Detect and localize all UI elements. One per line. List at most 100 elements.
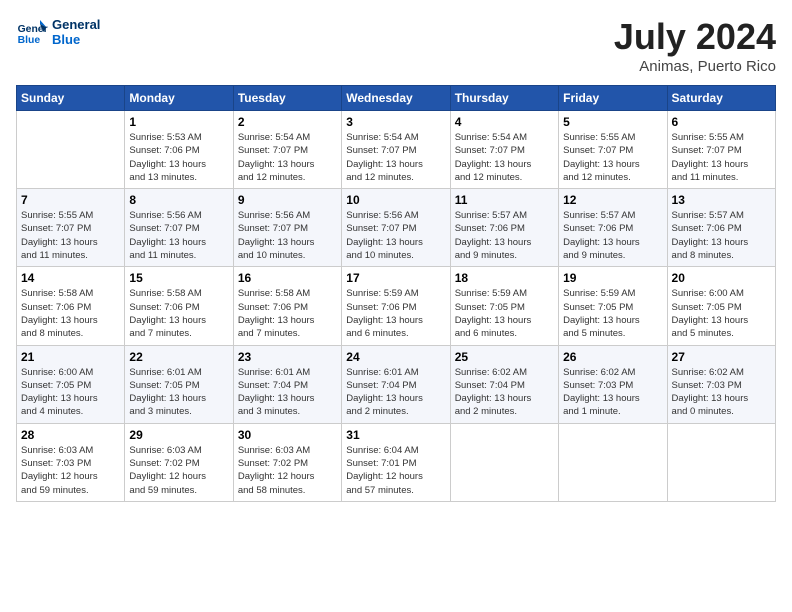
- day-info: Sunrise: 5:57 AM Sunset: 7:06 PM Dayligh…: [563, 209, 662, 262]
- day-info: Sunrise: 6:04 AM Sunset: 7:01 PM Dayligh…: [346, 444, 445, 497]
- month-title: July 2024: [614, 16, 776, 58]
- day-info: Sunrise: 6:03 AM Sunset: 7:03 PM Dayligh…: [21, 444, 120, 497]
- day-number: 11: [455, 193, 554, 207]
- calendar-cell: 26 Sunrise: 6:02 AM Sunset: 7:03 PM Dayli…: [559, 345, 667, 423]
- day-info: Sunrise: 6:03 AM Sunset: 7:02 PM Dayligh…: [238, 444, 337, 497]
- day-info: Sunrise: 5:55 AM Sunset: 7:07 PM Dayligh…: [672, 131, 771, 184]
- day-number: 22: [129, 350, 228, 364]
- day-info: Sunrise: 6:03 AM Sunset: 7:02 PM Dayligh…: [129, 444, 228, 497]
- calendar-cell: 7Sunrise: 5:55 AM Sunset: 7:07 PM Daylig…: [17, 189, 125, 267]
- day-info: Sunrise: 5:56 AM Sunset: 7:07 PM Dayligh…: [238, 209, 337, 262]
- day-number: 21: [21, 350, 120, 364]
- day-info: Sunrise: 6:00 AM Sunset: 7:05 PM Dayligh…: [21, 366, 120, 419]
- calendar-cell: 15 Sunrise: 5:58 AM Sunset: 7:06 PM Dayli…: [125, 267, 233, 345]
- calendar-cell: 30 Sunrise: 6:03 AM Sunset: 7:02 PM Dayli…: [233, 423, 341, 501]
- calendar-cell: 20 Sunrise: 6:00 AM Sunset: 7:05 PM Dayli…: [667, 267, 775, 345]
- day-info: Sunrise: 6:00 AM Sunset: 7:05 PM Dayligh…: [672, 287, 771, 340]
- calendar-cell: 4 Sunrise: 5:54 AM Sunset: 7:07 PM Daylig…: [450, 111, 558, 189]
- weekday-header-row: SundayMondayTuesdayWednesdayThursdayFrid…: [17, 86, 776, 111]
- calendar-cell: 10Sunrise: 5:56 AM Sunset: 7:07 PM Dayli…: [342, 189, 450, 267]
- calendar-table: SundayMondayTuesdayWednesdayThursdayFrid…: [16, 85, 776, 502]
- calendar-cell: 23 Sunrise: 6:01 AM Sunset: 7:04 PM Dayli…: [233, 345, 341, 423]
- day-number: 19: [563, 271, 662, 285]
- weekday-header-friday: Friday: [559, 86, 667, 111]
- day-info: Sunrise: 5:54 AM Sunset: 7:07 PM Dayligh…: [238, 131, 337, 184]
- day-info: Sunrise: 6:02 AM Sunset: 7:04 PM Dayligh…: [455, 366, 554, 419]
- day-info: Sunrise: 5:55 AM Sunset: 7:07 PM Dayligh…: [21, 209, 120, 262]
- day-number: 31: [346, 428, 445, 442]
- day-number: 23: [238, 350, 337, 364]
- day-number: 1: [129, 115, 228, 129]
- calendar-cell: [450, 423, 558, 501]
- day-number: 26: [563, 350, 662, 364]
- calendar-cell: 27 Sunrise: 6:02 AM Sunset: 7:03 PM Dayli…: [667, 345, 775, 423]
- calendar-cell: 17Sunrise: 5:59 AM Sunset: 7:06 PM Dayli…: [342, 267, 450, 345]
- day-number: 28: [21, 428, 120, 442]
- day-info: Sunrise: 5:57 AM Sunset: 7:06 PM Dayligh…: [455, 209, 554, 262]
- calendar-cell: 19Sunrise: 5:59 AM Sunset: 7:05 PM Dayli…: [559, 267, 667, 345]
- day-info: Sunrise: 6:01 AM Sunset: 7:04 PM Dayligh…: [238, 366, 337, 419]
- day-info: Sunrise: 5:58 AM Sunset: 7:06 PM Dayligh…: [129, 287, 228, 340]
- calendar-cell: 21 Sunrise: 6:00 AM Sunset: 7:05 PM Dayli…: [17, 345, 125, 423]
- week-row-3: 14Sunrise: 5:58 AM Sunset: 7:06 PM Dayli…: [17, 267, 776, 345]
- logo-icon: General Blue: [16, 16, 48, 48]
- day-info: Sunrise: 6:02 AM Sunset: 7:03 PM Dayligh…: [563, 366, 662, 419]
- weekday-header-monday: Monday: [125, 86, 233, 111]
- calendar-cell: 16 Sunrise: 5:58 AM Sunset: 7:06 PM Dayli…: [233, 267, 341, 345]
- day-number: 12: [563, 193, 662, 207]
- calendar-cell: 28 Sunrise: 6:03 AM Sunset: 7:03 PM Dayli…: [17, 423, 125, 501]
- calendar-cell: 9 Sunrise: 5:56 AM Sunset: 7:07 PM Daylig…: [233, 189, 341, 267]
- weekday-header-tuesday: Tuesday: [233, 86, 341, 111]
- week-row-4: 21 Sunrise: 6:00 AM Sunset: 7:05 PM Dayli…: [17, 345, 776, 423]
- day-number: 24: [346, 350, 445, 364]
- calendar-cell: 29 Sunrise: 6:03 AM Sunset: 7:02 PM Dayli…: [125, 423, 233, 501]
- day-number: 29: [129, 428, 228, 442]
- day-number: 8: [129, 193, 228, 207]
- weekday-header-saturday: Saturday: [667, 86, 775, 111]
- svg-text:Blue: Blue: [18, 35, 41, 46]
- week-row-5: 28 Sunrise: 6:03 AM Sunset: 7:03 PM Dayli…: [17, 423, 776, 501]
- day-info: Sunrise: 5:56 AM Sunset: 7:07 PM Dayligh…: [346, 209, 445, 262]
- day-info: Sunrise: 5:58 AM Sunset: 7:06 PM Dayligh…: [238, 287, 337, 340]
- calendar-cell: 2Sunrise: 5:54 AM Sunset: 7:07 PM Daylig…: [233, 111, 341, 189]
- calendar-cell: [667, 423, 775, 501]
- day-info: Sunrise: 5:59 AM Sunset: 7:05 PM Dayligh…: [455, 287, 554, 340]
- day-number: 27: [672, 350, 771, 364]
- day-info: Sunrise: 5:55 AM Sunset: 7:07 PM Dayligh…: [563, 131, 662, 184]
- calendar-cell: 31 Sunrise: 6:04 AM Sunset: 7:01 PM Dayli…: [342, 423, 450, 501]
- day-number: 9: [238, 193, 337, 207]
- day-info: Sunrise: 5:54 AM Sunset: 7:07 PM Dayligh…: [455, 131, 554, 184]
- day-number: 30: [238, 428, 337, 442]
- calendar-cell: 13 Sunrise: 5:57 AM Sunset: 7:06 PM Dayli…: [667, 189, 775, 267]
- logo-line1: General: [52, 17, 100, 32]
- day-number: 4: [455, 115, 554, 129]
- day-number: 15: [129, 271, 228, 285]
- day-number: 25: [455, 350, 554, 364]
- week-row-2: 7Sunrise: 5:55 AM Sunset: 7:07 PM Daylig…: [17, 189, 776, 267]
- weekday-header-sunday: Sunday: [17, 86, 125, 111]
- calendar-cell: [17, 111, 125, 189]
- day-number: 13: [672, 193, 771, 207]
- calendar-cell: 6Sunrise: 5:55 AM Sunset: 7:07 PM Daylig…: [667, 111, 775, 189]
- calendar-cell: 18Sunrise: 5:59 AM Sunset: 7:05 PM Dayli…: [450, 267, 558, 345]
- weekday-header-wednesday: Wednesday: [342, 86, 450, 111]
- calendar-cell: 25 Sunrise: 6:02 AM Sunset: 7:04 PM Dayli…: [450, 345, 558, 423]
- day-info: Sunrise: 5:56 AM Sunset: 7:07 PM Dayligh…: [129, 209, 228, 262]
- calendar-cell: 12 Sunrise: 5:57 AM Sunset: 7:06 PM Dayli…: [559, 189, 667, 267]
- day-number: 16: [238, 271, 337, 285]
- day-info: Sunrise: 5:57 AM Sunset: 7:06 PM Dayligh…: [672, 209, 771, 262]
- day-info: Sunrise: 6:02 AM Sunset: 7:03 PM Dayligh…: [672, 366, 771, 419]
- title-area: July 2024 Animas, Puerto Rico: [614, 16, 776, 75]
- day-number: 20: [672, 271, 771, 285]
- logo-line2: Blue: [52, 32, 100, 47]
- calendar-cell: [559, 423, 667, 501]
- day-number: 17: [346, 271, 445, 285]
- calendar-cell: 14Sunrise: 5:58 AM Sunset: 7:06 PM Dayli…: [17, 267, 125, 345]
- calendar-cell: 3Sunrise: 5:54 AM Sunset: 7:07 PM Daylig…: [342, 111, 450, 189]
- calendar-cell: 5Sunrise: 5:55 AM Sunset: 7:07 PM Daylig…: [559, 111, 667, 189]
- weekday-header-thursday: Thursday: [450, 86, 558, 111]
- week-row-1: 1Sunrise: 5:53 AM Sunset: 7:06 PM Daylig…: [17, 111, 776, 189]
- day-info: Sunrise: 6:01 AM Sunset: 7:05 PM Dayligh…: [129, 366, 228, 419]
- location: Animas, Puerto Rico: [614, 58, 776, 75]
- calendar-cell: 8 Sunrise: 5:56 AM Sunset: 7:07 PM Daylig…: [125, 189, 233, 267]
